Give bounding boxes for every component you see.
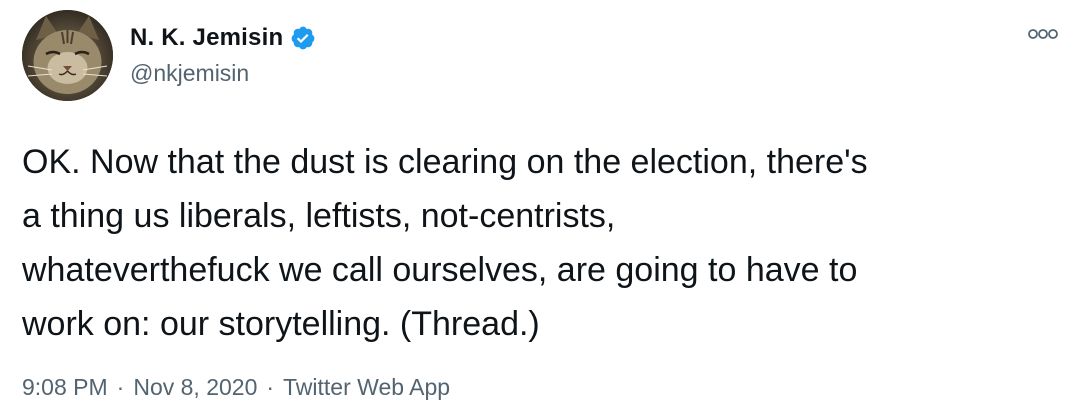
author-handle[interactable]: @nkjemisin	[130, 60, 249, 87]
tweet-card: N. K. Jemisin @nkjemisin OK. Now that th…	[0, 0, 1076, 416]
tweet-text: OK. Now that the dust is clearing on the…	[22, 143, 868, 343]
tweet-source[interactable]: Twitter Web App	[283, 374, 450, 401]
more-options-icon[interactable]	[1026, 24, 1060, 44]
verified-badge-icon	[291, 26, 315, 50]
cat-avatar-icon	[22, 10, 113, 101]
tweet-meta: 9:08 PM · Nov 8, 2020 · Twitter Web App	[22, 374, 450, 401]
tweet-date[interactable]: Nov 8, 2020	[133, 374, 257, 401]
meta-separator: ·	[266, 374, 275, 400]
meta-separator: ·	[116, 374, 125, 400]
author-display-name[interactable]: N. K. Jemisin	[130, 24, 283, 52]
author-name-row[interactable]: N. K. Jemisin	[130, 21, 316, 55]
author-avatar[interactable]	[22, 10, 113, 101]
tweet-time[interactable]: 9:08 PM	[22, 374, 108, 401]
